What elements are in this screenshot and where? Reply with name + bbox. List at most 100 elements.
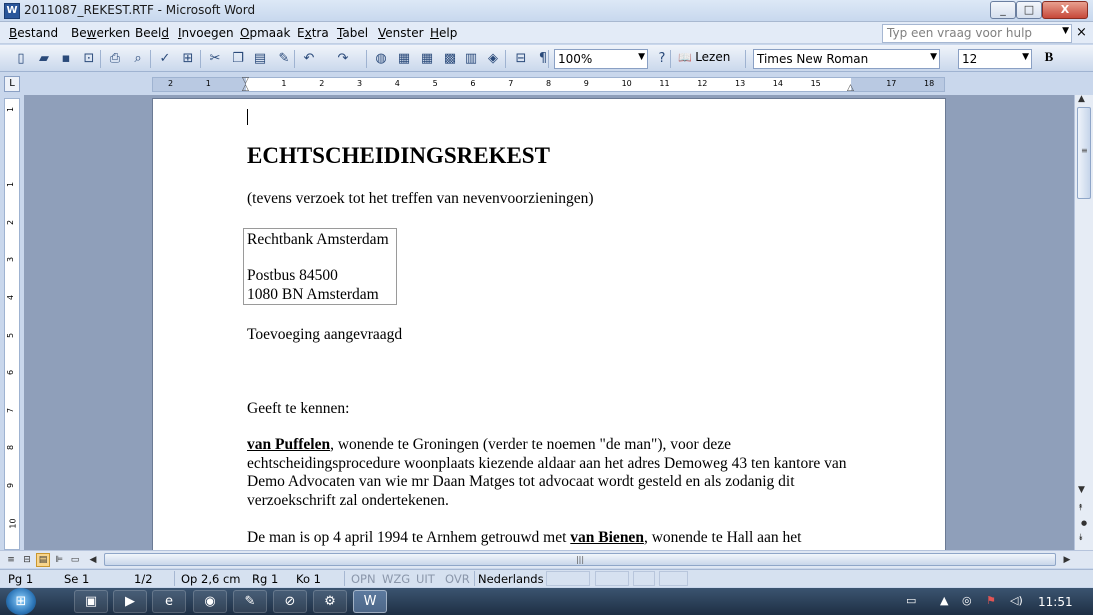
- print-layout-view-icon[interactable]: ▤: [36, 553, 50, 567]
- network-icon[interactable]: ◎: [962, 594, 972, 607]
- drawing-icon[interactable]: ◈: [484, 50, 502, 68]
- chevron-down-icon[interactable]: ▼: [1062, 26, 1069, 36]
- chevron-down-icon[interactable]: ▼: [638, 52, 645, 62]
- vertical-scroll-thumb[interactable]: ≡: [1077, 107, 1091, 199]
- bold-button[interactable]: B: [1040, 49, 1058, 67]
- close-document-button[interactable]: ×: [1076, 25, 1087, 40]
- menu-item[interactable]: Beeld: [135, 26, 169, 40]
- paste-icon[interactable]: ▤: [251, 50, 269, 68]
- menu-item[interactable]: Opmaak: [240, 26, 290, 40]
- status-macro-record[interactable]: OPN: [351, 572, 376, 586]
- print-preview-icon[interactable]: ⌕: [129, 50, 147, 68]
- menu-item[interactable]: Venster: [378, 26, 424, 40]
- menu-item[interactable]: Tabel: [337, 26, 368, 40]
- status-overtype[interactable]: OVR: [445, 572, 470, 586]
- app-task[interactable]: ⊘: [273, 590, 307, 613]
- right-indent-marker[interactable]: △: [847, 83, 854, 93]
- new-doc-icon[interactable]: ▯: [12, 50, 30, 68]
- tables-borders-icon[interactable]: ▦: [395, 50, 413, 68]
- document-page[interactable]: ECHTSCHEIDINGSREKEST (tevens verzoek tot…: [152, 98, 946, 550]
- web-view-icon[interactable]: ⊟: [20, 553, 34, 567]
- horizontal-scroll-thumb[interactable]: |||: [104, 553, 1056, 566]
- status-extend[interactable]: UIT: [416, 572, 435, 586]
- menu-item-accelerator: x: [304, 26, 312, 40]
- media-player-task[interactable]: ▶: [113, 590, 147, 613]
- research-icon[interactable]: ⊞: [179, 50, 197, 68]
- vertical-scrollbar[interactable]: ▲ ≡ ▼ ⯭ ● ⯯: [1074, 94, 1093, 550]
- zoom-select-value: 100%: [558, 52, 593, 66]
- maximize-button[interactable]: □: [1016, 1, 1042, 19]
- minimize-button[interactable]: _: [990, 1, 1016, 19]
- scroll-down-icon[interactable]: ▼: [1078, 485, 1085, 495]
- menu-item[interactable]: Extra: [297, 26, 329, 40]
- previous-page-icon[interactable]: ⯭: [1078, 503, 1083, 513]
- font-size-select[interactable]: 12 ▼: [958, 49, 1032, 69]
- scroll-right-icon[interactable]: ▶: [1060, 553, 1074, 567]
- volume-icon[interactable]: ◁): [1010, 594, 1023, 607]
- status-language[interactable]: Nederlands: [478, 572, 544, 586]
- print-icon[interactable]: ⎙: [106, 50, 124, 68]
- scroll-left-icon[interactable]: ◀: [86, 553, 100, 567]
- ie-task[interactable]: e: [152, 590, 186, 613]
- chevron-down-icon[interactable]: ▼: [930, 52, 937, 62]
- tray-icon[interactable]: ▭: [906, 594, 916, 607]
- save-icon[interactable]: ▪: [57, 50, 75, 68]
- reading-view-icon[interactable]: ▭: [68, 553, 82, 567]
- font-name-select[interactable]: Times New Roman ▼: [753, 49, 940, 69]
- insert-table-icon[interactable]: ▦: [418, 50, 436, 68]
- horizontal-ruler[interactable]: 2 1 1 2 3 4 5 6 7 8 9 10 11 12 13 14 15 17 18 ▽ △ △: [152, 76, 945, 93]
- spelling-icon[interactable]: ✓: [156, 50, 174, 68]
- show-formatting-icon[interactable]: ¶: [534, 50, 552, 68]
- columns-icon[interactable]: ▥: [462, 50, 480, 68]
- tray-expand-icon[interactable]: ▲: [940, 594, 948, 607]
- left-indent-marker[interactable]: △: [242, 83, 249, 93]
- help-search-input[interactable]: Typ een vraag voor hulp ▼: [882, 24, 1072, 43]
- cut-icon[interactable]: ✂: [206, 50, 224, 68]
- insert-excel-icon[interactable]: ▩: [441, 50, 459, 68]
- menu-item[interactable]: Invoegen: [178, 26, 234, 40]
- read-button[interactable]: 📖 Lezen: [678, 50, 730, 68]
- word-app-icon[interactable]: W: [4, 3, 20, 19]
- clock[interactable]: 11:51: [1038, 595, 1073, 609]
- close-button[interactable]: X: [1042, 1, 1088, 19]
- scroll-up-icon[interactable]: ▲: [1078, 94, 1085, 104]
- open-folder-icon[interactable]: ▰: [35, 50, 53, 68]
- folder-task[interactable]: ✎: [233, 590, 267, 613]
- action-center-icon[interactable]: ⚑: [986, 594, 996, 607]
- document-subheading: (tevens verzoek tot het treffen van neve…: [247, 190, 594, 207]
- menu-item-accelerator: d: [161, 26, 169, 40]
- redo-icon[interactable]: ↷: [334, 50, 352, 68]
- menu-item[interactable]: Bestand: [9, 26, 58, 40]
- explorer-task[interactable]: ▣: [74, 590, 108, 613]
- standard-toolbar: ▯ ▰ ▪ ⊡ ⎙ ⌕ ✓ ⊞ ✂ ❐ ▤ ✎ ↶ ↷ ◍ ▦ ▦ ▩ ▥ ◈ ⊟ ¶? 100% ▼ Times New Ro…: [0, 45, 1093, 72]
- document-map-icon[interactable]: ⊟: [512, 50, 530, 68]
- menu-item[interactable]: Help: [430, 26, 457, 40]
- start-button[interactable]: ⊞: [6, 588, 36, 615]
- status-track-changes[interactable]: WZG: [382, 572, 410, 586]
- help-icon[interactable]: ?: [653, 50, 671, 68]
- tab-selector[interactable]: L: [4, 76, 20, 92]
- ruler-tick-label: 13: [735, 79, 746, 88]
- ruler-tick-label: 8: [6, 445, 16, 451]
- menu-item-label: enster: [385, 26, 424, 40]
- menu-item-label: elp: [439, 26, 458, 40]
- tools-task[interactable]: ⚙: [313, 590, 347, 613]
- firefox-task[interactable]: ◉: [193, 590, 227, 613]
- permission-icon[interactable]: ⊡: [80, 50, 98, 68]
- outline-view-icon[interactable]: ⊫: [52, 553, 66, 567]
- browse-object-icon[interactable]: ●: [1081, 519, 1087, 527]
- toolbar-separator: [670, 50, 671, 68]
- ruler-tick-label: 1: [6, 106, 16, 113]
- normal-view-icon[interactable]: ≡: [4, 553, 18, 567]
- chevron-down-icon[interactable]: ▼: [1022, 52, 1029, 62]
- undo-icon[interactable]: ↶: [300, 50, 318, 68]
- next-page-icon[interactable]: ⯯: [1078, 533, 1083, 543]
- hyperlink-icon[interactable]: ◍: [372, 50, 390, 68]
- zoom-select[interactable]: 100% ▼: [554, 49, 648, 69]
- copy-icon[interactable]: ❐: [229, 50, 247, 68]
- ruler-tick-label: 18: [924, 79, 935, 88]
- menu-item[interactable]: Bewerken: [71, 26, 130, 40]
- word-task[interactable]: W: [353, 590, 387, 613]
- format-painter-icon[interactable]: ✎: [275, 50, 293, 68]
- vertical-ruler[interactable]: 11234567891011: [4, 98, 20, 566]
